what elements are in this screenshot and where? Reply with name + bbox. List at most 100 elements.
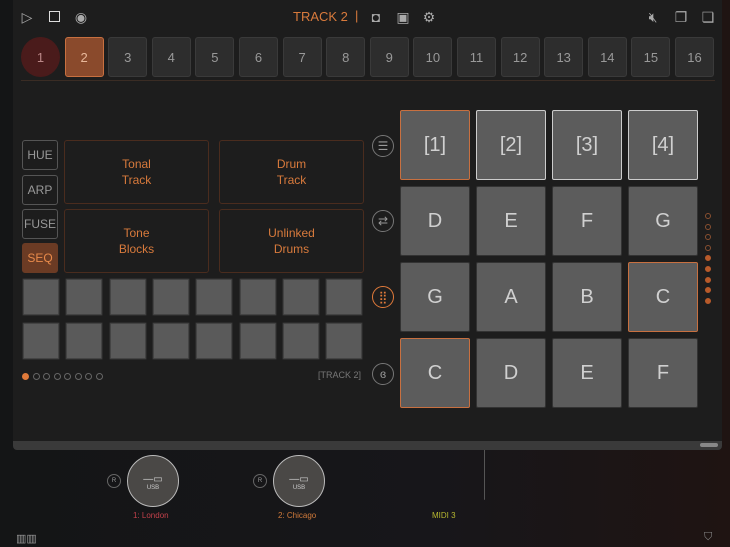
device-port: USB: [292, 485, 306, 491]
mode-fuse-button[interactable]: FUSE: [22, 209, 58, 239]
page-dot[interactable]: [64, 373, 71, 380]
track-button-5[interactable]: 5: [195, 37, 235, 77]
step-pad[interactable]: [281, 278, 320, 316]
step-pad[interactable]: [22, 278, 60, 316]
page-dot[interactable]: [95, 373, 103, 380]
step-pad[interactable]: [281, 322, 320, 360]
page-label: [TRACK 2]: [318, 370, 362, 380]
note-pad[interactable]: D: [400, 186, 470, 256]
tone-blocks-button[interactable]: Tone Blocks: [64, 209, 209, 273]
play-icon[interactable]: ▷: [19, 9, 35, 25]
step-pad[interactable]: [65, 322, 104, 360]
title-separator: |: [355, 8, 359, 23]
menu-lines-icon[interactable]: ☰: [372, 135, 394, 157]
bookmark-icon[interactable]: ⛉: [704, 531, 712, 544]
copy-icon[interactable]: ❐: [673, 9, 689, 25]
track-button-8[interactable]: 8: [326, 37, 366, 77]
track-button-4[interactable]: 4: [151, 37, 191, 77]
note-pad[interactable]: F: [628, 338, 698, 408]
mode-arp-button[interactable]: ARP: [22, 175, 58, 205]
bank-pad[interactable]: [1]: [400, 110, 470, 180]
page-dot[interactable]: [85, 373, 92, 380]
mode-seq-button[interactable]: SEQ: [22, 243, 58, 273]
note-pad[interactable]: F: [552, 186, 622, 256]
record-icon[interactable]: ◉: [73, 9, 89, 25]
page-dot[interactable]: [74, 373, 82, 380]
octave-dot[interactable]: [705, 244, 711, 251]
image-icon[interactable]: ▣: [395, 9, 411, 25]
note-pad[interactable]: D: [476, 338, 546, 408]
device-2-knob[interactable]: —▭ USB: [273, 455, 325, 507]
track-button-13[interactable]: 13: [544, 37, 584, 77]
page-dot[interactable]: [32, 373, 40, 380]
track-button-11[interactable]: 11: [457, 37, 496, 77]
step-pad[interactable]: [195, 322, 234, 360]
track-button-12[interactable]: 12: [500, 37, 540, 77]
mode-hue-button[interactable]: HUE: [22, 140, 58, 170]
step-pad[interactable]: [325, 322, 364, 360]
drum-track-button[interactable]: Drum Track: [219, 140, 364, 204]
note-pad[interactable]: E: [476, 186, 546, 256]
note-pad[interactable]: B: [552, 262, 622, 332]
step-pad[interactable]: [325, 278, 364, 316]
track-button-14[interactable]: 14: [587, 37, 627, 77]
track-button-10[interactable]: 10: [413, 37, 453, 77]
page-dot[interactable]: [43, 373, 50, 380]
step-pad[interactable]: [65, 278, 104, 316]
bank-pad[interactable]: [2]: [476, 110, 546, 180]
keyboard-icon[interactable]: ▥▥: [16, 532, 37, 545]
note-pad[interactable]: C: [628, 262, 698, 332]
gear-icon[interactable]: ⚙: [421, 9, 437, 25]
step-pad[interactable]: [108, 278, 147, 316]
track-button-9[interactable]: 9: [369, 37, 409, 77]
note-pad[interactable]: E: [552, 338, 622, 408]
track-button-2[interactable]: 2: [64, 37, 104, 77]
paste-icon[interactable]: ❏: [700, 9, 716, 25]
track-button-16[interactable]: 16: [675, 37, 714, 77]
step-pad[interactable]: [108, 322, 147, 360]
octave-dot[interactable]: [705, 287, 711, 294]
note-pad[interactable]: C: [400, 338, 470, 408]
drag-handle[interactable]: [700, 443, 718, 447]
page-dot[interactable]: [53, 373, 61, 380]
device-port: USB: [146, 485, 160, 491]
device-1-knob[interactable]: —▭ USB: [127, 455, 179, 507]
spiral-icon[interactable]: ɞ: [372, 363, 394, 385]
device-2-name: 2: Chicago: [278, 511, 317, 520]
device-2-r-button[interactable]: R: [253, 474, 267, 488]
track-button-7[interactable]: 7: [282, 37, 322, 77]
octave-dot[interactable]: [705, 297, 711, 304]
octave-dot[interactable]: [705, 213, 711, 219]
step-pad[interactable]: [238, 322, 277, 360]
octave-dot[interactable]: [705, 234, 711, 241]
note-pad[interactable]: A: [476, 262, 546, 332]
page-dot[interactable]: [22, 373, 29, 380]
device-1-r-button[interactable]: R: [107, 474, 121, 488]
note-pad[interactable]: G: [628, 186, 698, 256]
track-button-3[interactable]: 3: [108, 37, 148, 77]
step-pad[interactable]: [195, 278, 234, 316]
octave-dot[interactable]: [705, 255, 711, 262]
octave-dot[interactable]: [705, 276, 711, 283]
step-pad[interactable]: [151, 278, 190, 316]
step-pad[interactable]: [151, 322, 190, 360]
cable-line: [484, 450, 485, 500]
stop-icon[interactable]: [46, 9, 62, 25]
track-button-1[interactable]: 1: [21, 37, 60, 77]
mute-icon[interactable]: 🔇︎: [645, 9, 661, 25]
note-pad[interactable]: G: [400, 262, 470, 332]
unlinked-drums-button[interactable]: Unlinked Drums: [219, 209, 364, 273]
bank-pad[interactable]: [3]: [552, 110, 622, 180]
bottom-bar: [13, 441, 722, 450]
step-pad[interactable]: [238, 278, 277, 316]
track-button-15[interactable]: 15: [631, 37, 671, 77]
octave-dot[interactable]: [705, 266, 711, 272]
octave-dot[interactable]: [705, 223, 711, 230]
step-pad[interactable]: [22, 322, 60, 360]
grid-icon[interactable]: ⣿: [372, 286, 394, 308]
track-button-6[interactable]: 6: [239, 37, 278, 77]
bank-pad[interactable]: [4]: [628, 110, 698, 180]
camera-icon[interactable]: ◘: [368, 9, 384, 25]
loop-icon[interactable]: ⇄: [372, 210, 394, 232]
tonal-track-button[interactable]: Tonal Track: [64, 140, 209, 204]
